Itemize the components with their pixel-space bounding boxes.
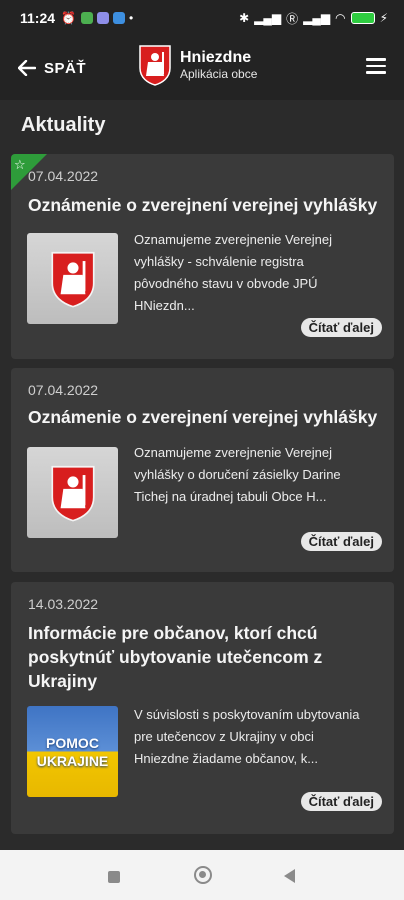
battery-icon — [350, 12, 375, 24]
article-card[interactable]: ☆ 07.04.2022 Oznámenie o zverejnení vere… — [11, 154, 394, 359]
article-excerpt: Oznamujeme zverejnenie Verejnej vyhlášky… — [134, 232, 332, 313]
bluetooth-icon: ✱ — [239, 11, 250, 25]
wifi-icon: ◠ — [335, 11, 346, 25]
back-button[interactable]: SPÄŤ — [18, 60, 86, 77]
star-outline-icon: ☆ — [14, 157, 26, 172]
coat-of-arms-icon — [50, 465, 95, 521]
article-excerpt: Oznamujeme zverejnenie Verejnej vyhlášky… — [134, 445, 341, 504]
article-date: 07.04.2022 — [28, 168, 99, 184]
article-title[interactable]: Oznámenie o zverejnení verejnej vyhlášky — [28, 405, 380, 429]
article-excerpt: V súvislosti s poskytovaním ubytovania p… — [134, 707, 360, 766]
article-card[interactable]: 14.03.2022 Informácie pre občanov, ktorí… — [11, 582, 394, 834]
system-back-button[interactable] — [284, 869, 295, 883]
app-subtitle: Aplikácia obce — [180, 66, 258, 81]
article-title[interactable]: Oznámenie o zverejnení verejnej vyhlášky — [28, 193, 380, 217]
app-title: Hniezdne — [180, 48, 252, 66]
dot-icon: • — [129, 11, 134, 25]
back-label: SPÄŤ — [44, 59, 87, 77]
app-notification-icon — [97, 12, 109, 24]
article-thumbnail[interactable] — [27, 447, 118, 538]
coat-of-arms-icon — [139, 45, 171, 86]
app-notification-icon — [113, 12, 125, 24]
article-date: 14.03.2022 — [28, 596, 99, 612]
arrow-left-icon — [18, 60, 36, 76]
hamburger-menu-icon — [366, 58, 386, 74]
system-navigation-bar — [0, 850, 404, 900]
thumbnail-text: POMOC — [46, 734, 99, 751]
menu-button[interactable] — [366, 58, 386, 74]
thumbnail-text: UKRAJINE — [36, 752, 109, 769]
article-card[interactable]: 07.04.2022 Oznámenie o zverejnení verejn… — [11, 368, 394, 572]
article-thumbnail[interactable]: POMOC UKRAJINE — [27, 706, 118, 797]
charging-icon: ⚡ — [379, 11, 388, 25]
signal-icon: ▂▄▆ — [303, 11, 331, 25]
read-more-button[interactable]: Čítať ďalej — [300, 318, 382, 337]
app-bar: SPÄŤ Hniezdne Aplikácia obce — [0, 36, 404, 100]
article-date: 07.04.2022 — [28, 382, 99, 398]
signal-icon: ▂▄▆ — [254, 11, 282, 25]
page-title: Aktuality — [21, 114, 106, 136]
app-notification-icon — [81, 12, 93, 24]
read-more-button[interactable]: Čítať ďalej — [300, 532, 382, 551]
coat-of-arms-icon — [50, 251, 95, 307]
status-bar: 11:24 ⏰ • ✱ ▂▄▆ Ⓡ ▂▄▆ ◠ ⚡ — [0, 0, 404, 36]
alarm-icon: ⏰ — [61, 11, 76, 25]
app-brand: Hniezdne Aplikácia obce — [138, 44, 257, 86]
recent-apps-button[interactable] — [108, 871, 120, 883]
home-button[interactable] — [194, 866, 212, 884]
status-indicators: ✱ ▂▄▆ Ⓡ ▂▄▆ ◠ ⚡ — [239, 10, 388, 27]
article-thumbnail[interactable] — [27, 233, 118, 324]
article-title[interactable]: Informácie pre občanov, ktorí chcú posky… — [28, 621, 380, 693]
status-time: 11:24 — [20, 10, 56, 26]
read-more-button[interactable]: Čítať ďalej — [300, 792, 382, 811]
data-saver-icon: Ⓡ — [286, 11, 299, 26]
